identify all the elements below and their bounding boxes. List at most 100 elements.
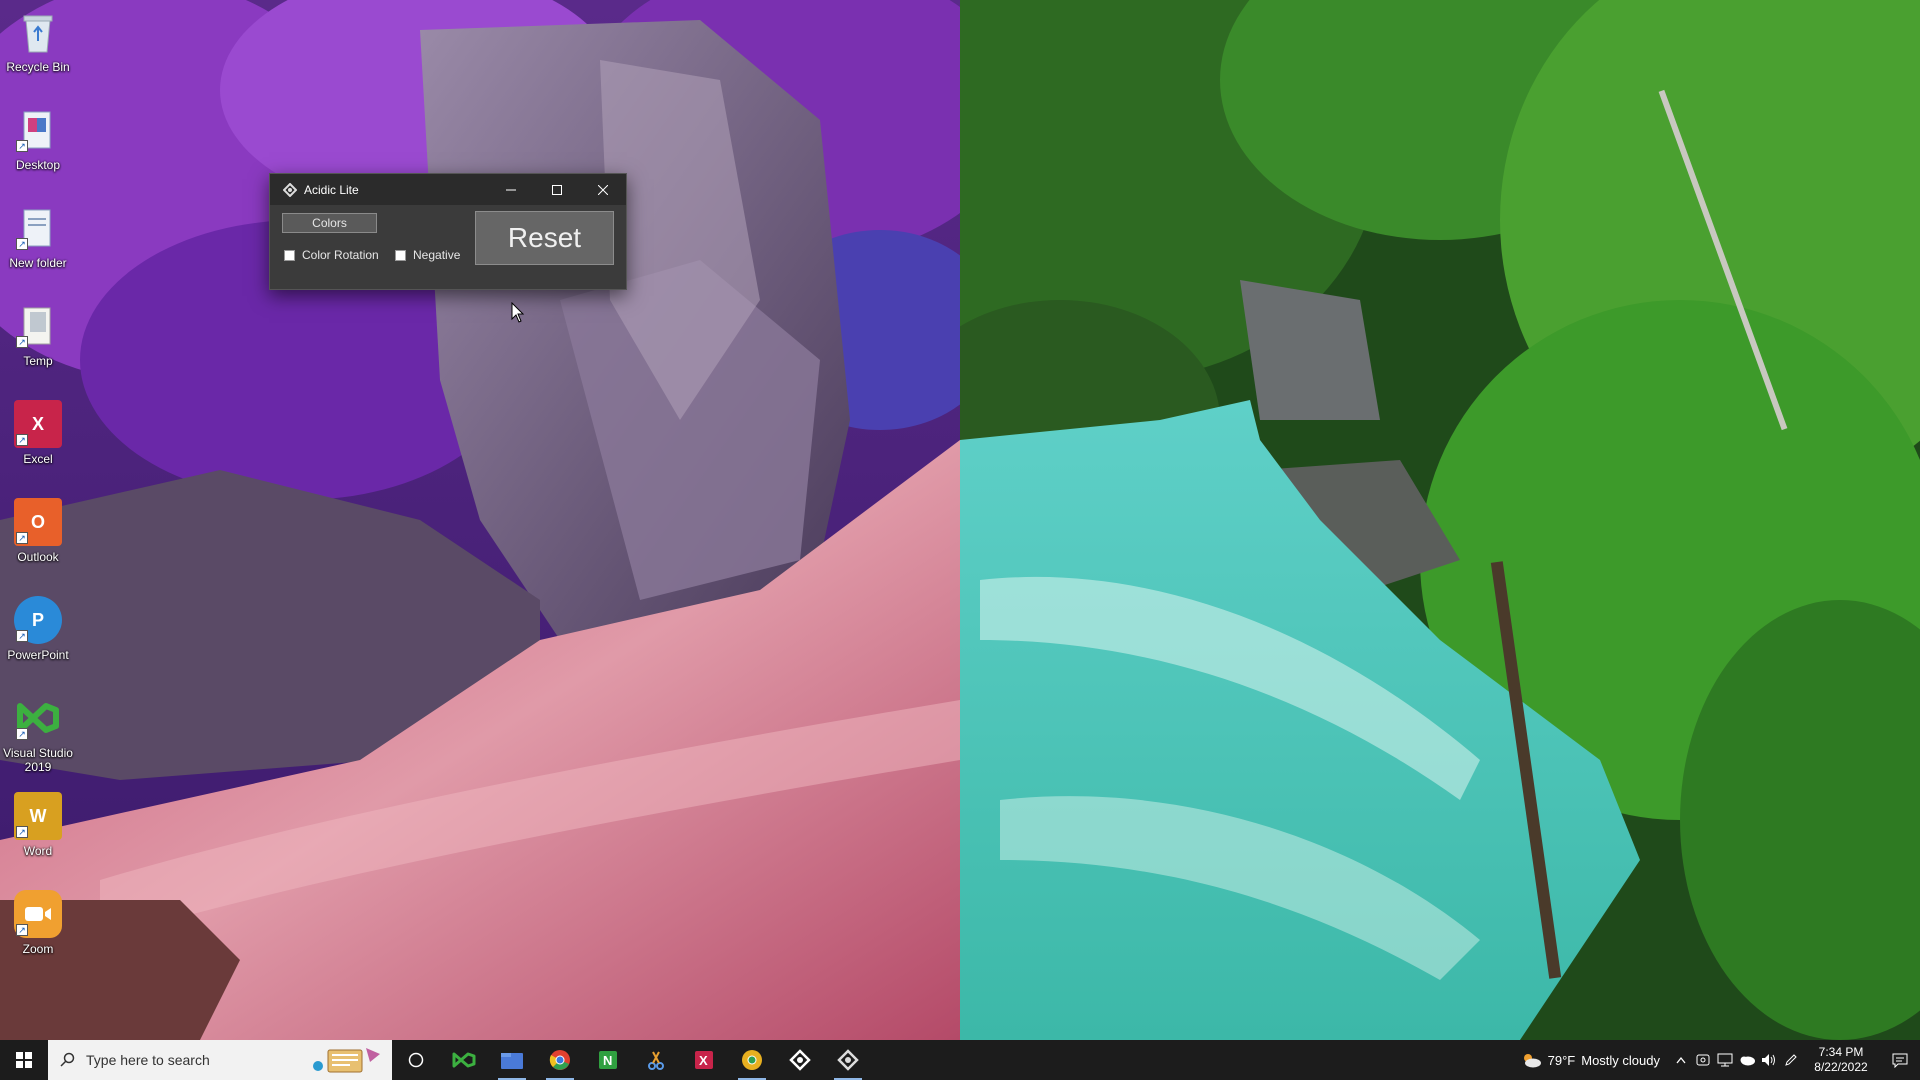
close-icon	[598, 184, 608, 195]
tray-meet-now[interactable]	[1692, 1040, 1714, 1080]
maximize-icon	[552, 184, 562, 195]
shortcut-arrow-icon: ↗	[16, 434, 28, 446]
shortcut-arrow-icon: ↗	[16, 924, 28, 936]
taskbar-chrome-canary[interactable]	[728, 1040, 776, 1080]
shortcut-arrow-icon: ↗	[16, 238, 28, 250]
color-rotation-label: Color Rotation	[302, 248, 379, 262]
clock-time: 7:34 PM	[1818, 1045, 1864, 1059]
desktop-icon-label: Zoom	[22, 942, 54, 956]
camera-icon	[1696, 1054, 1710, 1066]
tray-volume[interactable]	[1758, 1040, 1780, 1080]
shortcut-arrow-icon: ↗	[16, 826, 28, 838]
taskbar-onenote[interactable]: N	[584, 1040, 632, 1080]
desktop-icon-excel[interactable]: X ↗ Excel	[2, 394, 74, 486]
reset-button[interactable]: Reset	[475, 211, 614, 265]
notification-icon	[1892, 1053, 1908, 1068]
tray-pen[interactable]	[1780, 1040, 1802, 1080]
desktop-icon-label: Desktop	[15, 158, 61, 172]
window-titlebar[interactable]: Acidic Lite	[270, 174, 626, 205]
taskbar-search-box[interactable]: Type here to search	[48, 1040, 392, 1080]
excel-icon: X ↗	[14, 400, 62, 448]
color-rotation-checkbox-box[interactable]	[284, 249, 295, 261]
taskbar-chrome[interactable]	[536, 1040, 584, 1080]
desktop-icon-visual-studio[interactable]: ↗ Visual Studio 2019	[2, 688, 74, 780]
window-body: Colors Color Rotation Negative Reset	[270, 205, 626, 289]
volume-icon	[1762, 1054, 1775, 1066]
folder-icon: ↗	[14, 106, 62, 154]
desktop-icon-recycle-bin[interactable]: Recycle Bin	[2, 2, 74, 94]
chevron-up-icon	[1676, 1056, 1686, 1064]
taskbar-snipping-tool[interactable]	[632, 1040, 680, 1080]
mouse-cursor-icon	[511, 302, 525, 323]
wallpaper-original-half	[960, 0, 1920, 1040]
pen-icon	[1785, 1054, 1797, 1066]
powerpoint-icon: P ↗	[14, 596, 62, 644]
action-center-button[interactable]	[1880, 1040, 1920, 1080]
desktop-icon-outlook[interactable]: O ↗ Outlook	[2, 492, 74, 584]
cortana-icon	[408, 1052, 424, 1068]
windows-logo-icon	[16, 1052, 32, 1068]
taskbar-acidic-2[interactable]	[824, 1040, 872, 1080]
folder-icon: ↗	[14, 302, 62, 350]
shortcut-arrow-icon: ↗	[16, 336, 28, 348]
taskbar-acidic-1[interactable]	[776, 1040, 824, 1080]
minimize-icon	[506, 189, 516, 190]
excel-icon: X	[695, 1051, 713, 1069]
colors-button[interactable]: Colors	[282, 213, 377, 233]
weather-temp: 79°F	[1547, 1052, 1576, 1068]
svg-text:X: X	[699, 1053, 708, 1068]
desktop-icon-temp[interactable]: ↗ Temp	[2, 296, 74, 388]
visual-studio-icon	[452, 1052, 476, 1068]
desktop-icon-label: Outlook	[17, 550, 59, 564]
recycle-bin-icon	[14, 8, 62, 56]
chrome-icon	[549, 1050, 570, 1070]
show-hidden-icons-button[interactable]	[1670, 1040, 1692, 1080]
negative-checkbox[interactable]: Negative	[395, 248, 460, 262]
desktop-icon-label: Temp	[23, 354, 53, 368]
onedrive-cloud-icon	[1740, 1056, 1755, 1066]
taskbar-file-explorer[interactable]	[488, 1040, 536, 1080]
search-icon	[60, 1052, 75, 1067]
zoom-icon: ↗	[14, 890, 62, 938]
maximize-button[interactable]	[534, 174, 580, 205]
window-title: Acidic Lite	[304, 182, 359, 197]
system-tray: 79°F Mostly cloudy 7:34 PM 8/22/2022	[1520, 1040, 1920, 1080]
desktop-wallpaper	[0, 0, 1920, 1040]
desktop-icon-powerpoint[interactable]: P ↗ PowerPoint	[2, 590, 74, 682]
color-rotation-checkbox[interactable]: Color Rotation	[284, 248, 379, 262]
weather-widget[interactable]: 79°F Mostly cloudy	[1520, 1052, 1660, 1068]
weather-desc: Mostly cloudy	[1581, 1052, 1660, 1068]
negative-checkbox-box[interactable]	[395, 249, 406, 261]
taskbar-clock[interactable]: 7:34 PM 8/22/2022	[1802, 1045, 1880, 1075]
tray-network[interactable]	[1714, 1040, 1736, 1080]
taskbar-excel[interactable]: X	[680, 1040, 728, 1080]
desktop-icon-label: Word	[23, 844, 53, 858]
acidic-app-icon	[789, 1049, 811, 1071]
desktop-icon-word[interactable]: W ↗ Word	[2, 786, 74, 878]
desktop-icon-desktop[interactable]: ↗ Desktop	[2, 100, 74, 192]
shortcut-arrow-icon: ↗	[16, 630, 28, 642]
outlook-icon: O ↗	[14, 498, 62, 546]
svg-text:N: N	[603, 1053, 612, 1068]
taskbar-visual-studio[interactable]	[440, 1040, 488, 1080]
chrome-canary-icon	[742, 1050, 762, 1070]
folder-icon: ↗	[14, 204, 62, 252]
desktop-icon-label: Recycle Bin	[6, 60, 70, 74]
weather-cloudy-icon	[1523, 1054, 1541, 1068]
acidic-lite-window: Acidic Lite Colors Color Rotation Negati…	[269, 173, 627, 290]
search-highlight-art-icon	[313, 1048, 380, 1073]
tray-onedrive[interactable]	[1736, 1040, 1758, 1080]
shortcut-arrow-icon: ↗	[16, 532, 28, 544]
desktop-icon-label: Visual Studio 2019	[3, 746, 73, 774]
desktop-icon-label: New folder	[9, 256, 67, 270]
close-button[interactable]	[580, 174, 626, 205]
acidic-app-icon	[282, 182, 298, 198]
wallpaper-inverted-half	[0, 0, 960, 1040]
start-button[interactable]	[0, 1040, 48, 1080]
desktop-icon-zoom[interactable]: ↗ Zoom	[2, 884, 74, 976]
taskbar: Type here to search N X 79°F Mostly clou…	[0, 1040, 1920, 1080]
network-icon	[1717, 1053, 1733, 1067]
taskbar-cortana[interactable]	[392, 1040, 440, 1080]
minimize-button[interactable]	[488, 174, 534, 205]
desktop-icon-new-folder[interactable]: ↗ New folder	[2, 198, 74, 290]
